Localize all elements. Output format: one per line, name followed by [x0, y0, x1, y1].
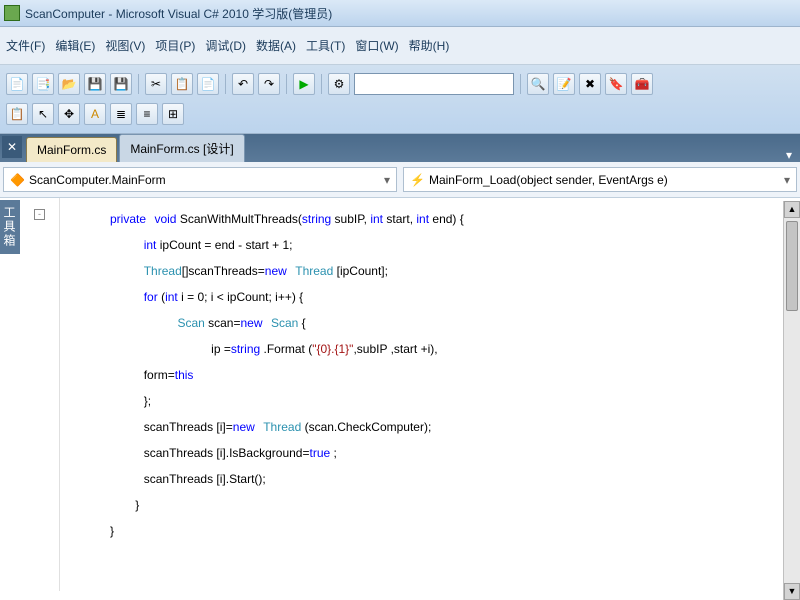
separator [225, 74, 226, 94]
menu-view[interactable]: 视图(V) [105, 37, 145, 54]
member-combo[interactable]: ⚡ MainForm_Load(object sender, EventArgs… [403, 167, 797, 192]
separator [321, 74, 322, 94]
uncomment-button[interactable]: ✖ [579, 73, 601, 95]
select-button[interactable]: ✥ [58, 103, 80, 125]
method-icon: ⚡ [410, 173, 425, 187]
class-combo[interactable]: 🔶 ScanComputer.MainForm ▾ [3, 167, 397, 192]
scroll-thumb[interactable] [786, 221, 798, 311]
add-item-button[interactable]: 📑 [32, 73, 54, 95]
side-tool-icon[interactable]: ✕ [2, 136, 22, 158]
new-project-button[interactable]: 📄 [6, 73, 28, 95]
scroll-up-icon[interactable]: ▲ [784, 201, 800, 218]
highlight-button[interactable]: A [84, 103, 106, 125]
cut-button[interactable]: ✂ [145, 73, 167, 95]
toolbox-button[interactable]: 🧰 [631, 73, 653, 95]
code-area[interactable]: private void ScanWithMultThreads(string … [60, 198, 800, 591]
code-editor[interactable]: - private void ScanWithMultThreads(strin… [20, 198, 800, 591]
separator [286, 74, 287, 94]
menu-debug[interactable]: 调试(D) [205, 37, 246, 54]
menu-help[interactable]: 帮助(H) [409, 37, 450, 54]
find-button[interactable]: 🔍 [527, 73, 549, 95]
copy-button[interactable]: 📋 [171, 73, 193, 95]
tab-mainform-cs[interactable]: MainForm.cs [26, 137, 117, 162]
document-tabs: ✕ MainForm.cs MainForm.cs [设计] ▾ [0, 134, 800, 162]
chevron-down-icon: ▾ [384, 173, 390, 187]
menu-data[interactable]: 数据(A) [256, 37, 296, 54]
outdent-button[interactable]: ≡ [136, 103, 158, 125]
code-navigator: 🔶 ScanComputer.MainForm ▾ ⚡ MainForm_Loa… [0, 162, 800, 198]
configuration-combo[interactable] [354, 73, 514, 95]
open-button[interactable]: 📂 [58, 73, 80, 95]
scroll-down-icon[interactable]: ▼ [784, 583, 800, 600]
indent-button[interactable]: ≣ [110, 103, 132, 125]
start-debug-button[interactable]: ▶ [293, 73, 315, 95]
collapse-icon[interactable]: - [34, 209, 45, 220]
menu-edit[interactable]: 编辑(E) [55, 37, 95, 54]
toolbar: 📄 📑 📂 💾 💾 ✂ 📋 📄 ↶ ↷ ▶ ⚙ 🔍 📝 ✖ 🔖 🧰 📋 ↖ ✥ … [0, 65, 800, 134]
bookmark-button[interactable]: 🔖 [605, 73, 627, 95]
config-button[interactable]: ⚙ [328, 73, 350, 95]
chevron-down-icon: ▾ [784, 173, 790, 187]
menu-window[interactable]: 窗口(W) [355, 37, 398, 54]
app-icon [4, 5, 20, 21]
menu-file[interactable]: 文件(F) [6, 37, 45, 54]
format-button[interactable]: ⊞ [162, 103, 184, 125]
member-name: MainForm_Load(object sender, EventArgs e… [429, 173, 668, 187]
text-tool-button[interactable]: 📋 [6, 103, 28, 125]
menu-tools[interactable]: 工具(T) [306, 37, 345, 54]
save-all-button[interactable]: 💾 [110, 73, 132, 95]
menu-project[interactable]: 项目(P) [155, 37, 195, 54]
tab-overflow-icon[interactable]: ▾ [778, 148, 800, 162]
separator [520, 74, 521, 94]
class-name: ScanComputer.MainForm [29, 173, 166, 187]
gutter: - [20, 198, 60, 591]
class-icon: 🔶 [10, 173, 25, 187]
comment-button[interactable]: 📝 [553, 73, 575, 95]
pointer-button[interactable]: ↖ [32, 103, 54, 125]
window-title: ScanComputer - Microsoft Visual C# 2010 … [25, 5, 332, 22]
title-bar: ScanComputer - Microsoft Visual C# 2010 … [0, 0, 800, 27]
redo-button[interactable]: ↷ [258, 73, 280, 95]
toolbox-panel-tab[interactable]: 工具箱 [0, 200, 20, 254]
save-button[interactable]: 💾 [84, 73, 106, 95]
separator [138, 74, 139, 94]
tab-mainform-design[interactable]: MainForm.cs [设计] [119, 134, 244, 162]
paste-button[interactable]: 📄 [197, 73, 219, 95]
vertical-scrollbar[interactable]: ▲ ▼ [783, 201, 800, 600]
menu-bar: 文件(F) 编辑(E) 视图(V) 项目(P) 调试(D) 数据(A) 工具(T… [0, 27, 800, 65]
undo-button[interactable]: ↶ [232, 73, 254, 95]
